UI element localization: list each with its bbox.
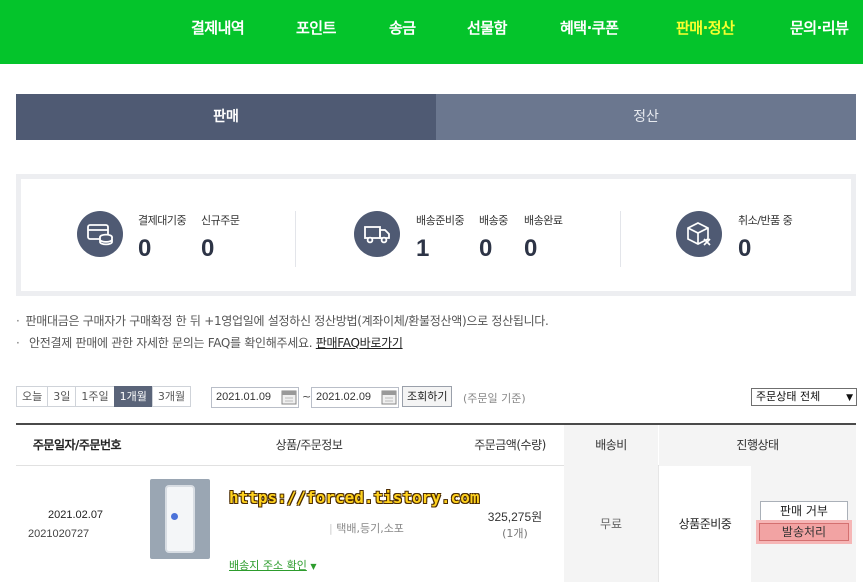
- notice-faq: 안전결제 판매에 관한 자세한 문의는 FAQ를 확인해주세요. 판매FAQ바로…: [16, 335, 549, 357]
- period-3months-button[interactable]: 3개월: [151, 386, 192, 407]
- period-filter: 오늘 3일 1주일 1개월 3개월: [16, 386, 192, 407]
- stat-new-orders[interactable]: 신규주문 0: [201, 212, 240, 263]
- top-nav: 결제내역 포인트 송금 선물함 혜택·쿠폰 판매·정산 문의·리뷰: [0, 0, 863, 64]
- order-quantity: (1개): [502, 527, 528, 540]
- date-basis-note: (주문일 기준): [463, 392, 526, 405]
- col-header-shipping: 배송비: [564, 425, 658, 466]
- table-row: 2021.02.07 2021020727 https://forced.tis…: [16, 466, 856, 582]
- product-thumbnail[interactable]: [150, 479, 210, 559]
- order-date: 2021.02.07: [48, 509, 104, 521]
- address-check-link[interactable]: 배송지 주소 확인 ▼: [229, 557, 317, 573]
- nav-item-points[interactable]: 포인트: [296, 17, 336, 38]
- shipping-fee: 무료: [564, 466, 658, 582]
- notice-settlement: 판매대금은 구매자가 구매확정 한 뒤 +1영업일에 설정하신 정산방법(계좌이…: [16, 313, 549, 335]
- stat-value: 0: [138, 235, 152, 262]
- stat-value: 0: [479, 235, 493, 262]
- stat-cancel-return[interactable]: 취소/반품 중 0: [738, 212, 793, 263]
- nav-item-gift-box[interactable]: 선물함: [467, 17, 507, 38]
- col-header-status: 진행상태: [659, 425, 856, 466]
- nav-item-inquiry-review[interactable]: 문의·리뷰: [790, 17, 849, 38]
- tab-sales[interactable]: 판매: [16, 94, 436, 140]
- tab-bar: 판매 정산: [16, 94, 856, 140]
- period-1week-button[interactable]: 1주일: [75, 386, 114, 407]
- ship-process-button[interactable]: 발송처리: [759, 523, 849, 541]
- notice-list: 판매대금은 구매자가 구매확정 한 뒤 +1영업일에 설정하신 정산방법(계좌이…: [16, 313, 549, 357]
- stat-value: 0: [201, 235, 215, 262]
- stat-value: 0: [524, 235, 538, 262]
- search-button[interactable]: 조회하기: [402, 386, 453, 407]
- delivery-options: | 택배,등기,소포: [329, 522, 404, 535]
- period-3days-button[interactable]: 3일: [47, 386, 76, 407]
- order-number[interactable]: 2021020727: [28, 528, 89, 540]
- divider: [295, 211, 296, 267]
- stat-delivered[interactable]: 배송완료 0: [524, 212, 563, 263]
- ship-button-highlight: 발송처리: [756, 520, 852, 544]
- calendar-icon[interactable]: [381, 389, 397, 405]
- orders-table: 주문일자/주문번호 상품/주문정보 주문금액(수량) 배송비 진행상태 2021…: [16, 423, 856, 582]
- stat-preparing-shipment[interactable]: 배송준비중 1: [416, 212, 465, 263]
- order-summary-box: 결제대기중 0 신규주문 0 배송준비중 1 배송중 0 배송완료 0 취소/반…: [16, 174, 856, 296]
- calendar-icon[interactable]: [281, 389, 297, 405]
- truck-icon: [354, 211, 400, 257]
- period-1month-button[interactable]: 1개월: [113, 386, 152, 407]
- col-header-amount: 주문금액(수량): [474, 438, 546, 452]
- faq-link[interactable]: 판매FAQ바로가기: [316, 336, 403, 350]
- nav-item-transfer[interactable]: 송금: [389, 17, 416, 38]
- period-today-button[interactable]: 오늘: [16, 386, 48, 407]
- nav-item-payment-history[interactable]: 결제내역: [191, 17, 245, 38]
- stat-payment-pending[interactable]: 결제대기중 0: [138, 212, 187, 263]
- col-header-product: 상품/주문정보: [275, 438, 343, 452]
- stat-in-delivery[interactable]: 배송중 0: [479, 212, 508, 263]
- order-status-select[interactable]: 주문상태 전체 ▼: [751, 388, 857, 406]
- divider: [620, 211, 621, 267]
- blog-watermark: https://forced.tistory.com: [229, 488, 480, 507]
- order-amount: 325,275원: [487, 510, 543, 524]
- card-icon: [77, 211, 123, 257]
- stat-value: 1: [416, 235, 430, 262]
- box-cancel-icon: [676, 211, 722, 257]
- refuse-sale-button[interactable]: 판매 거부: [760, 501, 848, 521]
- caret-down-icon: ▼: [310, 562, 317, 571]
- tab-settlement[interactable]: 정산: [436, 94, 856, 140]
- chevron-down-icon: ▼: [846, 393, 853, 403]
- stat-value: 0: [738, 235, 752, 262]
- date-range-separator: ~: [302, 390, 312, 403]
- col-header-order: 주문일자/주문번호: [32, 438, 122, 452]
- nav-item-sales-settlement[interactable]: 판매·정산: [676, 17, 735, 38]
- nav-item-benefits-coupons[interactable]: 혜택·쿠폰: [560, 17, 619, 38]
- phone-image: [165, 485, 195, 553]
- table-header: 주문일자/주문번호 상품/주문정보 주문금액(수량) 배송비 진행상태: [16, 425, 856, 466]
- order-status: 상품준비중: [678, 517, 732, 531]
